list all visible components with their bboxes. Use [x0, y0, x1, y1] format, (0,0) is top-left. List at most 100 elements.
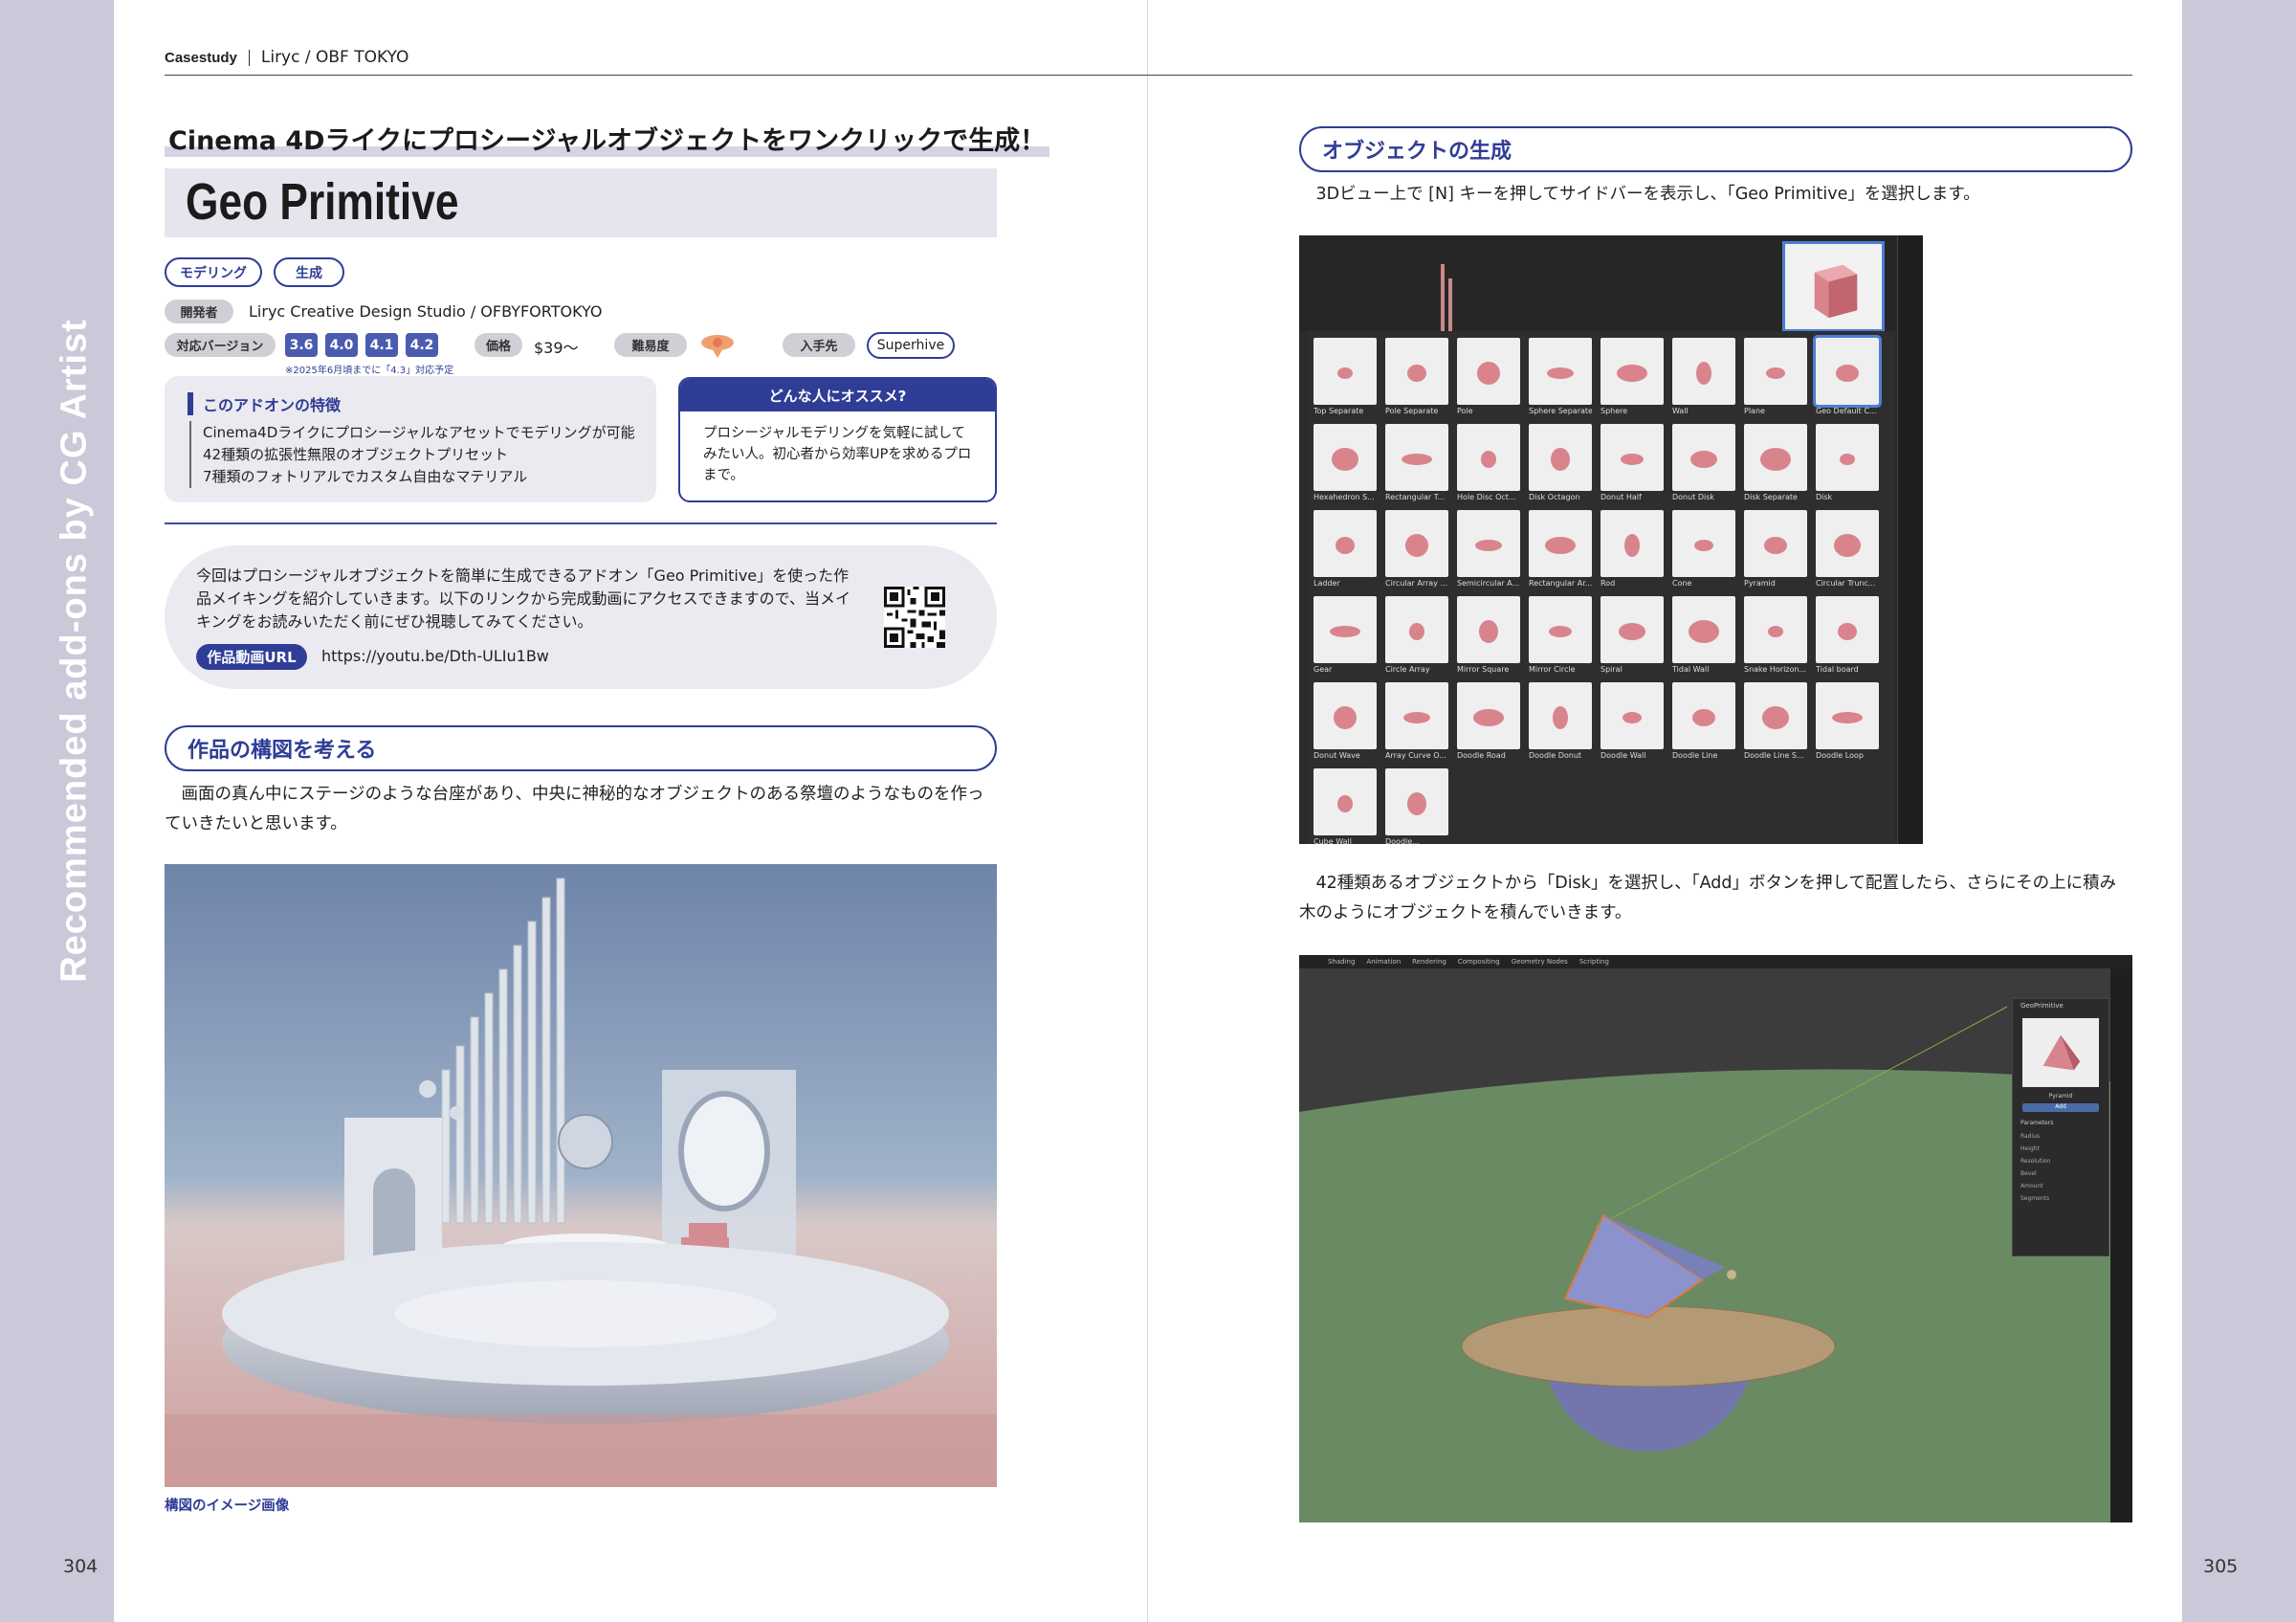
asset-thumbnail[interactable]: Rod [1601, 510, 1664, 596]
asset-label: Sphere [1601, 407, 1628, 415]
asset-thumbnail[interactable]: Disk [1816, 424, 1879, 510]
tab-animation[interactable]: Animation [1366, 958, 1401, 966]
asset-thumbnail[interactable]: Sphere Separate [1529, 338, 1592, 424]
section-body-composition: 画面の真ん中にステージのような台座があり、中央に神秘的なオブジェクトのある祭壇の… [165, 785, 984, 833]
asset-thumbnail[interactable]: Ladder [1314, 510, 1377, 596]
parameters-label: Parameters [2020, 1120, 2054, 1126]
asset-thumbnail[interactable]: Donut Wave [1314, 682, 1377, 768]
asset-label: Circle Array [1385, 665, 1430, 674]
asset-thumbnail[interactable]: Circular Trunc... [1816, 510, 1879, 596]
version-note: ※2025年6月頃までに「4.3」対応予定 [285, 366, 454, 376]
asset-preview-icon [1672, 596, 1735, 663]
source-link[interactable]: Superhive [867, 332, 955, 359]
photo-caption: 構図のイメージ画像 [165, 1499, 290, 1514]
3d-viewport[interactable] [1299, 968, 2132, 1522]
asset-thumbnail[interactable]: Pyramid [1744, 510, 1807, 596]
asset-thumbnail[interactable]: Wall [1672, 338, 1735, 424]
author-label: Liryc / OBF TOKYO [260, 48, 409, 67]
radius-field[interactable]: Radius [2013, 1130, 2108, 1143]
price-value: $39〜 [534, 339, 579, 357]
composition-image [165, 864, 997, 1487]
asset-thumbnail[interactable]: Pole [1457, 338, 1520, 424]
version-badge: 3.6 [285, 333, 318, 357]
tab-scripting[interactable]: Scripting [1579, 958, 1609, 966]
asset-thumbnail[interactable]: Doodle Wall [1601, 682, 1664, 768]
asset-thumbnail[interactable]: Spiral [1601, 596, 1664, 682]
tab-geometry-nodes[interactable]: Geometry Nodes [1512, 958, 1568, 966]
asset-thumbnail[interactable]: Gear [1314, 596, 1377, 682]
asset-label: Semicircular A... [1457, 579, 1520, 588]
asset-thumbnail[interactable]: Rectangular T... [1385, 424, 1448, 510]
asset-label: Pyramid [1744, 579, 1776, 588]
asset-thumbnail[interactable]: Tidal board [1816, 596, 1879, 682]
tab-compositing[interactable]: Compositing [1458, 958, 1500, 966]
asset-thumbnail[interactable]: Donut Half [1601, 424, 1664, 510]
segments-field[interactable]: Segments [2013, 1192, 2108, 1205]
asset-preview-icon [1385, 682, 1448, 749]
asset-thumbnail[interactable]: Rectangular Ar... [1529, 510, 1592, 596]
asset-thumbnail[interactable]: Disk Octagon [1529, 424, 1592, 510]
asset-label: Doodle Road [1457, 751, 1506, 760]
page-spine [1147, 0, 1148, 1622]
asset-thumbnail[interactable]: Doodle Line S... [1744, 682, 1807, 768]
asset-preview-icon [1314, 424, 1377, 491]
asset-preview-icon [1314, 596, 1377, 663]
asset-preview-icon [1816, 682, 1879, 749]
video-url-link[interactable]: https://youtu.be/Dth-ULIu1Bw [321, 647, 549, 665]
feature-rule [189, 421, 191, 488]
asset-thumbnail[interactable]: Disk Separate [1744, 424, 1807, 510]
asset-thumbnail[interactable]: Sphere [1601, 338, 1664, 424]
asset-thumbnail[interactable]: Plane [1744, 338, 1807, 424]
feature-item: Cinema4Dライクにプロシージャルなアセットでモデリングが可能 [203, 424, 635, 441]
asset-thumbnail[interactable]: Doodle Loop [1816, 682, 1879, 768]
version-label: 対応バージョン [165, 333, 276, 357]
asset-label: Hole Disc Oct... [1457, 493, 1516, 501]
asset-preview-icon [1601, 596, 1664, 663]
asset-thumbnail[interactable]: Geo Default C... [1813, 335, 1882, 424]
asset-thumbnail[interactable]: Doodle Line [1672, 682, 1735, 768]
asset-thumbnail[interactable]: Hole Disc Oct... [1457, 424, 1520, 510]
resolution-field[interactable]: Resolution [2013, 1155, 2108, 1167]
asset-thumbnail[interactable]: Hexahedron S... [1314, 424, 1377, 510]
asset-thumbnail[interactable]: Pole Separate [1385, 338, 1448, 424]
sidebar-tabs[interactable] [1897, 235, 1923, 844]
amount-field[interactable]: Amount [2013, 1180, 2108, 1192]
asset-label: Rectangular Ar... [1529, 579, 1592, 588]
version-badge: 4.1 [365, 333, 398, 357]
asset-label: Spiral [1601, 665, 1623, 674]
asset-thumbnail[interactable]: Top Separate [1314, 338, 1377, 424]
asset-thumbnail[interactable]: Donut Disk [1672, 424, 1735, 510]
workspace-tabs[interactable]: Shading Animation Rendering Compositing … [1299, 955, 2132, 968]
asset-preview-icon [1816, 424, 1879, 491]
asset-label: Rectangular T... [1385, 493, 1446, 501]
asset-thumbnail[interactable]: Array Curve O... [1385, 682, 1448, 768]
pyramid-icon [2042, 1034, 2081, 1071]
asset-label: Ladder [1314, 579, 1340, 588]
asset-thumbnail[interactable]: Mirror Square [1457, 596, 1520, 682]
asset-thumbnail[interactable]: Circle Array [1385, 596, 1448, 682]
asset-label: Rod [1601, 579, 1616, 588]
tab-rendering[interactable]: Rendering [1412, 958, 1446, 966]
asset-thumbnail[interactable]: Doodle Donut [1529, 682, 1592, 768]
asset-thumbnail[interactable]: Doodle Road [1457, 682, 1520, 768]
preview-thumbnail[interactable] [1782, 241, 1885, 332]
height-field[interactable]: Height [2013, 1143, 2108, 1155]
asset-preview-icon [1672, 424, 1735, 491]
asset-thumbnail[interactable]: Cone [1672, 510, 1735, 596]
asset-thumbnail[interactable]: Circular Array ... [1385, 510, 1448, 596]
asset-preview-icon [1457, 510, 1520, 577]
asset-thumbnail[interactable]: Doodle... [1385, 768, 1448, 844]
section-body-generate-2: 42種類あるオブジェクトから「Disk」を選択し、「Add」ボタンを押して配置し… [1299, 874, 2117, 922]
pyramid-preview[interactable] [2022, 1018, 2099, 1087]
asset-thumbnail[interactable]: Cube Wall [1314, 768, 1377, 844]
asset-thumbnail[interactable]: Semicircular A... [1457, 510, 1520, 596]
tab-shading[interactable]: Shading [1328, 958, 1355, 966]
sidebar-tabs[interactable] [2110, 968, 2132, 1522]
asset-preview-icon [1672, 510, 1735, 577]
asset-preview-icon [1816, 510, 1879, 577]
asset-thumbnail[interactable]: Snake Horizon... [1744, 596, 1807, 682]
asset-thumbnail[interactable]: Tidal Wall [1672, 596, 1735, 682]
add-button[interactable]: Add [2022, 1103, 2099, 1112]
asset-thumbnail[interactable]: Mirror Circle [1529, 596, 1592, 682]
qr-code-icon[interactable] [884, 587, 945, 648]
